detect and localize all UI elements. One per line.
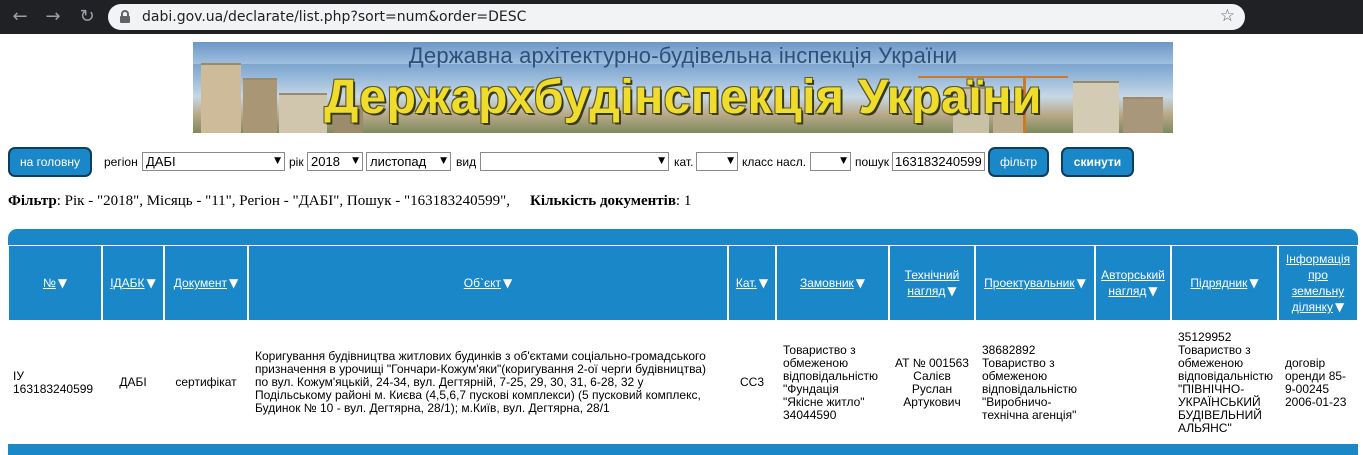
dropdown-arrow-icon: ▼ <box>440 156 447 166</box>
filter-button[interactable]: фільтр <box>988 147 1049 177</box>
address-bar[interactable]: dabi.gov.ua/declarate/list.php?sort=num&… <box>108 4 1245 30</box>
col-header-cat[interactable]: Кат. ▼ <box>728 245 776 321</box>
search-input[interactable]: 163183240599 <box>892 152 985 171</box>
sort-arrow-icon[interactable]: ▼ <box>503 276 512 290</box>
cell-idabk: ДАБІ <box>102 321 164 444</box>
reload-icon[interactable]: ↻ <box>75 6 99 28</box>
col-header-num[interactable]: № ▼ <box>8 245 102 321</box>
cell-tech-supervision: АТ № 001563 Салієв Руслан Артукович <box>889 321 975 444</box>
dropdown-arrow-icon: ▼ <box>658 156 665 166</box>
class-select[interactable]: ▼ <box>810 152 851 171</box>
dropdown-arrow-icon: ▼ <box>840 156 847 166</box>
filter-summary-label: Фільтр <box>8 193 57 209</box>
lock-icon[interactable] <box>120 10 130 23</box>
col-header-tech-supervision[interactable]: Технічний нагляд ▼ <box>889 245 975 321</box>
col-header-object[interactable]: Об`єкт ▼ <box>248 245 728 321</box>
sort-arrow-icon[interactable]: ▼ <box>1148 284 1157 298</box>
year-label: рік <box>289 155 304 169</box>
category-select[interactable]: ▼ <box>696 152 738 171</box>
sort-arrow-icon[interactable]: ▼ <box>58 276 67 290</box>
browser-toolbar: ← → ↻ dabi.gov.ua/declarate/list.php?sor… <box>0 0 1363 34</box>
sort-arrow-icon[interactable]: ▼ <box>1249 276 1258 290</box>
forward-arrow-icon[interactable]: → <box>41 6 65 28</box>
cell-author-supervision <box>1095 321 1171 444</box>
reset-button[interactable]: скинути <box>1061 147 1134 177</box>
doc-count-label: Кількість документів <box>530 193 676 209</box>
kind-label: вид <box>456 155 477 169</box>
back-arrow-icon[interactable]: ← <box>8 6 32 28</box>
search-label: пошук <box>855 155 890 169</box>
doc-count-value: : 1 <box>675 193 692 209</box>
col-header-author-supervision[interactable]: Авторський нагляд ▼ <box>1095 245 1171 321</box>
category-label: кат. <box>674 155 694 169</box>
sort-arrow-icon[interactable]: ▼ <box>856 276 865 290</box>
region-select[interactable]: ДАБІ ▼ <box>142 152 285 171</box>
month-select[interactable]: листопад ▼ <box>366 152 451 171</box>
cell-customer: Товариство з обмеженою відповідальністю … <box>776 321 889 444</box>
col-header-customer[interactable]: Замовник ▼ <box>776 245 889 321</box>
sort-arrow-icon[interactable]: ▼ <box>1077 276 1086 290</box>
banner-subtitle: Державна архітектурно-будівельна інспекц… <box>408 43 958 68</box>
filter-summary: Фільтр: Рік - "2018", Місяць - "11", Рег… <box>8 193 691 210</box>
sort-arrow-icon[interactable]: ▼ <box>759 276 768 290</box>
cell-cat: СС3 <box>728 321 776 444</box>
home-button[interactable]: на головну <box>8 147 92 177</box>
cell-land-info: договір оренди 85-9-00245 2006-01-23 <box>1278 321 1358 444</box>
bookmark-star-icon[interactable]: ☆ <box>1220 6 1235 26</box>
col-header-land-info[interactable]: Інформація про земельну ділянку ▼ <box>1278 245 1358 321</box>
sort-arrow-icon[interactable]: ▼ <box>147 276 156 290</box>
col-header-designer[interactable]: Проектувальник ▼ <box>975 245 1095 321</box>
class-label: класс насл. <box>742 155 807 169</box>
dropdown-arrow-icon: ▼ <box>352 156 359 166</box>
url-text[interactable]: dabi.gov.ua/declarate/list.php?sort=num&… <box>142 9 526 25</box>
cell-contractor: 35129952 Товариство з обмеженою відповід… <box>1171 321 1278 444</box>
col-header-document[interactable]: Документ ▼ <box>164 245 248 321</box>
year-select[interactable]: 2018 ▼ <box>307 152 363 171</box>
region-label: регіон <box>104 155 138 169</box>
kind-select[interactable]: ▼ <box>480 152 669 171</box>
sort-arrow-icon[interactable]: ▼ <box>947 284 956 298</box>
sort-arrow-icon[interactable]: ▼ <box>229 276 238 290</box>
col-header-idabk[interactable]: ІДАБК ▼ <box>102 245 164 321</box>
dropdown-arrow-icon: ▼ <box>727 156 734 166</box>
cell-object: Коригування будівництва житлових будинкі… <box>248 321 728 444</box>
col-header-contractor[interactable]: Підрядник ▼ <box>1171 245 1278 321</box>
cell-num: ІУ 163183240599 <box>8 321 102 444</box>
dropdown-arrow-icon: ▼ <box>274 156 281 166</box>
cell-designer: 38682892 Товариство з обмеженою відповід… <box>975 321 1095 444</box>
results-table: № ▼ ІДАБК ▼ Документ ▼ Об`єкт ▼ Кат. ▼ Замовн… <box>8 229 1358 455</box>
banner-title: Держархбудінспекція України <box>324 71 1042 124</box>
filter-summary-text: : Рік - "2018", Місяць - "11", Регіон - … <box>56 193 511 209</box>
cell-document: сертифікат <box>164 321 248 444</box>
sort-arrow-icon[interactable]: ▼ <box>1335 300 1344 314</box>
site-banner: Державна архітектурно-будівельна інспекц… <box>193 42 1173 133</box>
